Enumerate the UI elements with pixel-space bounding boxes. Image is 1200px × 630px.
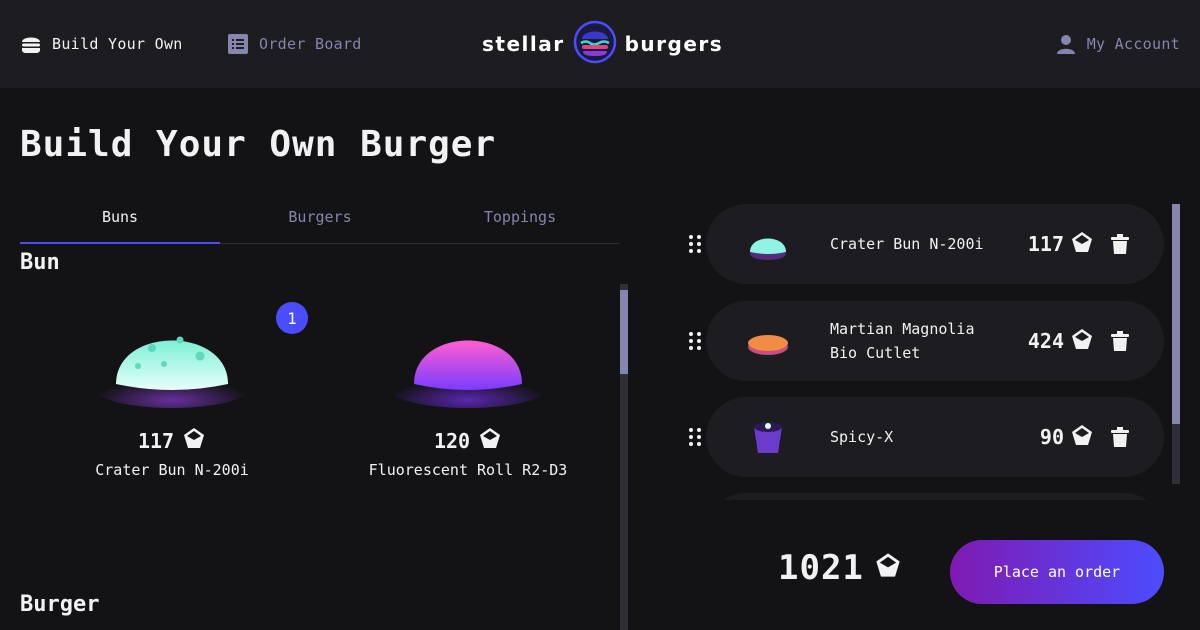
constructor-item[interactable]: Crater Bun N-200i 117 — [672, 204, 1168, 284]
ingredient-name: Crater Bun N-200i — [95, 461, 249, 479]
tab-buns[interactable]: Buns — [20, 196, 220, 244]
crater-bun-image — [94, 336, 250, 408]
price-value: 117 — [137, 428, 175, 453]
logo-word-right: burgers — [624, 32, 724, 56]
constructor-item[interactable]: Martian Magnolia Bio Cutlet 424 — [672, 301, 1168, 381]
constructor-scrollbar[interactable] — [1172, 204, 1180, 484]
place-order-button[interactable]: Place an order — [950, 540, 1164, 604]
user-icon — [1055, 33, 1077, 55]
nav-build-label: Build Your Own — [52, 35, 183, 53]
trash-icon[interactable] — [1110, 233, 1130, 255]
logo-burger-icon — [573, 20, 617, 68]
constructor-item-price: 90 — [1040, 423, 1094, 452]
section-heading-bun: Bun — [20, 250, 60, 275]
constructor-list: Crater Bun N-200i 117 Martian Magnolia B… — [672, 204, 1180, 500]
logo-word-left: stellar — [482, 32, 565, 56]
tab-burgers[interactable]: Burgers — [220, 196, 420, 243]
nav-my-account[interactable]: My Account — [1055, 0, 1180, 88]
currency-icon — [1070, 230, 1094, 259]
app-header: Build Your Own Order Board stellar burge… — [0, 0, 1200, 88]
currency-icon — [874, 548, 902, 588]
fluorescent-roll-image — [388, 340, 548, 408]
ingredients-scrollbar[interactable] — [620, 284, 628, 630]
total-value: 1021 — [778, 548, 864, 588]
currency-icon — [478, 426, 502, 455]
constructor-scrollbar-thumb[interactable] — [1172, 204, 1180, 424]
section-heading-burger: Burger — [20, 592, 100, 617]
constructor-item-pill: Crater Bun N-200i 117 — [706, 204, 1164, 284]
cutlet-image — [748, 335, 788, 355]
nav-order-board[interactable]: Order Board — [227, 0, 362, 88]
tab-toppings[interactable]: Toppings — [420, 196, 620, 243]
ingredient-price: 117 — [40, 426, 304, 455]
crater-bun-image — [750, 238, 786, 260]
drag-handle-icon[interactable] — [688, 331, 702, 351]
currency-icon — [1070, 423, 1094, 452]
constructor-item-partial[interactable] — [672, 493, 1168, 500]
trash-icon[interactable] — [1110, 330, 1130, 352]
constructor-item[interactable]: Spicy-X 90 — [672, 397, 1168, 477]
ingredient-card[interactable]: 117 Crater Bun N-200i — [40, 296, 304, 496]
ingredient-name: Fluorescent Roll R2-D3 — [368, 461, 568, 479]
nav-account-label: My Account — [1086, 35, 1180, 53]
currency-icon — [1070, 327, 1094, 356]
order-total: 1021 — [778, 548, 902, 588]
constructor-item-price: 424 — [1028, 327, 1094, 356]
drag-handle-icon[interactable] — [688, 427, 702, 447]
list-icon — [227, 33, 249, 55]
price-value: 424 — [1027, 329, 1064, 353]
nav-build-your-own[interactable]: Build Your Own — [20, 0, 183, 88]
ingredient-count-badge: 1 — [276, 302, 308, 334]
constructor-item-pill: Spicy-X 90 — [706, 397, 1164, 477]
ingredient-price: 120 — [336, 426, 600, 455]
nav-orders-label: Order Board — [259, 35, 362, 53]
price-value: 117 — [1027, 232, 1064, 256]
ingredients-scrollbar-thumb[interactable] — [620, 290, 628, 374]
page-title: Build Your Own Burger — [20, 124, 497, 165]
logo[interactable]: stellar burgers — [482, 20, 723, 68]
burger-icon — [20, 33, 42, 55]
constructor-item-name: Martian Magnolia Bio Cutlet — [830, 320, 975, 362]
drag-handle-icon[interactable] — [688, 234, 702, 254]
trash-icon[interactable] — [1110, 426, 1130, 448]
constructor-item-pill: Martian Magnolia Bio Cutlet 424 — [706, 301, 1164, 381]
constructor-item-pill — [706, 493, 1164, 500]
price-value: 120 — [433, 428, 471, 453]
currency-icon — [182, 426, 206, 455]
price-value: 90 — [1039, 425, 1064, 449]
ingredient-card[interactable]: 120 Fluorescent Roll R2-D3 — [336, 296, 600, 496]
ingredient-tabs: Buns Burgers Toppings — [20, 196, 620, 244]
constructor-item-name: Crater Bun N-200i — [830, 235, 984, 253]
constructor-item-name: Spicy-X — [830, 428, 894, 446]
constructor-item-price: 117 — [1028, 230, 1094, 259]
sauce-image — [754, 422, 782, 453]
